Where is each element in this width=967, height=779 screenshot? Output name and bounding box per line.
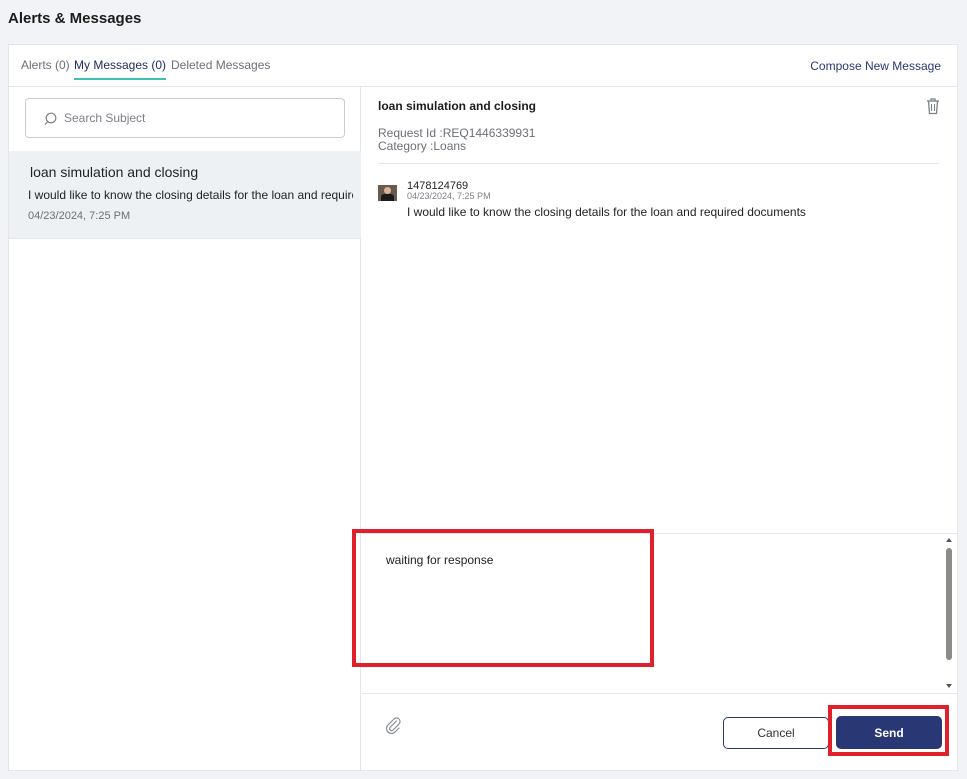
- request-id: Request Id :REQ1446339931: [378, 126, 536, 140]
- tab-my-messages[interactable]: My Messages (0): [74, 58, 167, 80]
- send-button[interactable]: Send: [836, 716, 942, 749]
- tab-alerts[interactable]: Alerts (0): [21, 58, 70, 80]
- avatar: [378, 185, 397, 201]
- message-date: 04/23/2024, 7:25 PM: [28, 210, 131, 222]
- search-box[interactable]: [25, 98, 345, 138]
- tabs-bar: Alerts (0) My Messages (0) Deleted Messa…: [9, 45, 957, 87]
- reply-textarea[interactable]: [386, 553, 946, 673]
- message-subject: loan simulation and closing: [30, 164, 199, 180]
- messages-panel: Alerts (0) My Messages (0) Deleted Messa…: [8, 44, 958, 771]
- list-item[interactable]: loan simulation and closing I would like…: [9, 151, 361, 239]
- message-preview: I would like to know the closing details…: [28, 188, 353, 202]
- paperclip-icon[interactable]: [384, 716, 402, 734]
- message-detail-pane: loan simulation and closing Request Id :…: [362, 87, 957, 770]
- scroll-thumb[interactable]: [946, 548, 952, 660]
- reply-area: [362, 533, 957, 693]
- sent-date: 04/23/2024, 7:25 PM: [407, 191, 491, 201]
- trash-icon[interactable]: [925, 97, 941, 115]
- scroll-up-icon[interactable]: [946, 538, 952, 542]
- page-title: Alerts & Messages: [8, 10, 142, 27]
- reply-scrollbar[interactable]: [945, 538, 953, 688]
- divider: [378, 163, 939, 164]
- search-input[interactable]: [64, 107, 334, 129]
- compose-new-message-link[interactable]: Compose New Message: [810, 59, 941, 73]
- category: Category :Loans: [378, 139, 467, 153]
- search-icon: [44, 112, 57, 126]
- message-list-pane: loan simulation and closing I would like…: [9, 87, 361, 770]
- reply-footer: Cancel Send: [362, 693, 957, 770]
- detail-subject: loan simulation and closing: [378, 99, 537, 113]
- cancel-button[interactable]: Cancel: [723, 717, 829, 749]
- scroll-down-icon[interactable]: [946, 684, 952, 688]
- tab-deleted-messages[interactable]: Deleted Messages: [171, 58, 270, 80]
- message-body: I would like to know the closing details…: [407, 205, 806, 219]
